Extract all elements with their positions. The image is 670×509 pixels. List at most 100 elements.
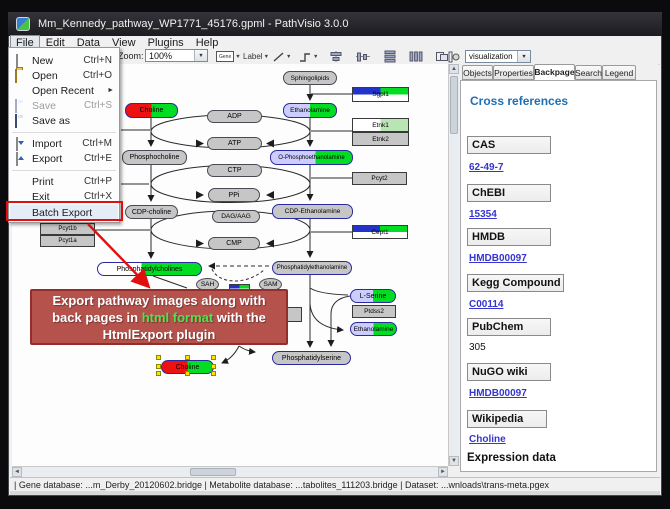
line-tool-button[interactable]: ▼ <box>272 50 291 63</box>
file-menu-print[interactable]: Print Ctrl+P <box>10 174 118 189</box>
file-menu-open-recent[interactable]: Open Recent ► <box>10 83 118 98</box>
gene-box-pcyt1a[interactable]: Pcyt1a <box>40 235 95 247</box>
distribute-horizontal-icon <box>408 50 424 63</box>
gene-box-pcyt1b[interactable]: Pcyt1b <box>40 223 95 235</box>
scroll-up-icon[interactable]: ▲ <box>449 64 459 74</box>
status-bar: | Gene database: ...m_Derby_20120602.bri… <box>10 477 660 491</box>
gene-box-pcyt2[interactable]: Pcyt2 <box>352 172 407 185</box>
scroll-left-icon[interactable]: ◄ <box>12 467 22 477</box>
gene-box-etnk2[interactable]: Etnk2 <box>352 132 409 146</box>
link-nugo[interactable]: HMDB00097 <box>469 388 527 399</box>
scrollbar-thumb[interactable] <box>190 468 236 476</box>
file-menu-dropdown: New Ctrl+N Open Ctrl+O Open Recent ► Sav… <box>8 47 120 223</box>
node-ctp[interactable]: CTP <box>207 164 262 177</box>
title-bar[interactable]: Mm_Kennedy_pathway_WP1771_45176.gpml - P… <box>8 12 662 36</box>
file-menu-new[interactable]: New Ctrl+N <box>10 53 118 68</box>
submenu-arrow-icon: ► <box>107 87 114 94</box>
file-menu-export[interactable]: Export Ctrl+E <box>10 151 118 166</box>
menu-help[interactable]: Help <box>190 36 225 49</box>
distribute-horizontal-button[interactable] <box>408 50 424 63</box>
chevron-down-icon: ▼ <box>313 54 318 60</box>
tab-properties[interactable]: Properties <box>493 65 534 80</box>
callout-text: Export pathway images along with back pa… <box>40 292 278 343</box>
gene-box-cept1[interactable]: Cept1 <box>352 225 408 239</box>
visualization-combobox[interactable]: visualization ▼ <box>465 50 531 63</box>
tab-objects[interactable]: Objects <box>462 65 493 80</box>
node-ppi[interactable]: PPi <box>208 188 260 202</box>
node-ethanolamine-bottom[interactable]: Ethanolamine <box>350 322 397 336</box>
file-menu-import[interactable]: Import Ctrl+M <box>10 136 118 151</box>
tab-search[interactable]: Search <box>575 65 602 80</box>
node-cdp-choline[interactable]: CDP-choline <box>125 205 178 219</box>
selection-handle[interactable] <box>156 355 161 360</box>
zoom-value: 100% <box>146 51 194 61</box>
file-menu-save-as[interactable]: Save as <box>10 113 118 128</box>
save-icon <box>14 100 26 112</box>
section-header-kegg: Kegg Compound <box>467 274 564 292</box>
align-center-icon <box>328 50 344 63</box>
node-phosphocholine[interactable]: Phosphocholine <box>122 150 187 165</box>
node-phosphatidylcholines[interactable]: Phosphatidylcholines <box>97 262 202 276</box>
selection-handle[interactable] <box>211 364 216 369</box>
node-dag-aag[interactable]: DAG/AAG <box>212 210 260 223</box>
chevron-down-icon: ▼ <box>264 54 269 60</box>
node-adp[interactable]: ADP <box>207 110 262 123</box>
chevron-down-icon[interactable]: ▼ <box>517 51 530 62</box>
visualization-options-button[interactable] <box>448 50 460 63</box>
file-menu-open[interactable]: Open Ctrl+O <box>10 68 118 83</box>
selection-handle[interactable] <box>185 371 190 376</box>
batch-export-highlight-box <box>6 201 123 221</box>
node-ethanolamine-top[interactable]: Ethanolamine <box>283 103 337 118</box>
selection-handle[interactable] <box>156 364 161 369</box>
gene-box-ptdss2[interactable]: Ptdss2 <box>352 305 396 318</box>
link-chebi[interactable]: 15354 <box>469 209 497 220</box>
tab-legend[interactable]: Legend <box>602 65 636 80</box>
section-header-cas: CAS <box>467 136 551 154</box>
window-title: Mm_Kennedy_pathway_WP1771_45176.gpml - P… <box>38 18 348 30</box>
link-hmdb[interactable]: HMDB00097 <box>469 253 527 264</box>
selection-handle[interactable] <box>156 371 161 376</box>
link-wikipedia[interactable]: Choline <box>469 434 506 445</box>
node-atp[interactable]: ATP <box>207 137 262 150</box>
selection-handle[interactable] <box>211 371 216 376</box>
link-cas[interactable]: 62-49-7 <box>469 162 503 173</box>
chevron-down-icon[interactable]: ▼ <box>194 50 207 61</box>
node-l-serine[interactable]: L-Serine <box>350 289 396 303</box>
cross-references-heading: Cross references <box>470 94 568 108</box>
selection-handle[interactable] <box>211 355 216 360</box>
align-middle-button[interactable] <box>355 50 371 63</box>
scrollbar-thumb[interactable] <box>450 76 458 134</box>
node-cmp[interactable]: CMP <box>208 237 260 250</box>
zoom-combobox[interactable]: 100% ▼ <box>145 49 208 62</box>
node-phosphatidylserine[interactable]: Phosphatidylserine <box>272 351 351 365</box>
node-choline-top[interactable]: Choline <box>125 103 178 118</box>
node-sphingolipids[interactable]: Sphingolipids <box>283 71 337 85</box>
canvas-horizontal-scrollbar[interactable]: ◄ ► <box>12 466 448 477</box>
elbow-connector-button[interactable]: ▼ <box>298 50 318 63</box>
node-o-phosphoethanolamine[interactable]: O-Phosphoethanolamine <box>270 150 353 165</box>
selection-handle[interactable] <box>185 355 190 360</box>
new-label-button[interactable]: Label ▼ <box>243 50 269 63</box>
gene-box-etnk1[interactable]: Etnk1 <box>352 118 409 132</box>
visualization-value: visualization <box>466 52 517 61</box>
visualization-options-icon <box>448 51 460 63</box>
distribute-vertical-button[interactable] <box>382 50 398 63</box>
status-text: | Gene database: ...m_Derby_20120602.bri… <box>14 480 549 490</box>
scroll-down-icon[interactable]: ▼ <box>449 456 459 466</box>
node-phosphatidylethanolamine[interactable]: Phosphatidylethanolamine <box>272 261 352 275</box>
align-center-button[interactable] <box>328 50 344 63</box>
menu-plugins[interactable]: Plugins <box>142 36 190 49</box>
gene-box-sgpl1[interactable]: Sgpl1 <box>352 87 409 102</box>
section-header-pubchem: PubChem <box>467 318 551 336</box>
annotation-callout: Export pathway images along with back pa… <box>30 289 288 345</box>
expression-data-heading: Expression data <box>467 452 556 464</box>
file-menu-save[interactable]: Save Ctrl+S <box>10 98 118 113</box>
line-tool-icon <box>272 51 285 63</box>
new-datanode-button[interactable]: Gene ▼ <box>216 50 241 63</box>
link-kegg[interactable]: C00114 <box>469 299 503 310</box>
canvas-vertical-scrollbar[interactable]: ▲ ▼ <box>448 64 459 466</box>
chevron-down-icon: ▼ <box>286 54 291 60</box>
scroll-right-icon[interactable]: ► <box>438 467 448 477</box>
node-cdp-ethanolamine[interactable]: CDP-Ethanolamine <box>272 204 353 219</box>
tab-backpage[interactable]: Backpage <box>534 64 575 80</box>
